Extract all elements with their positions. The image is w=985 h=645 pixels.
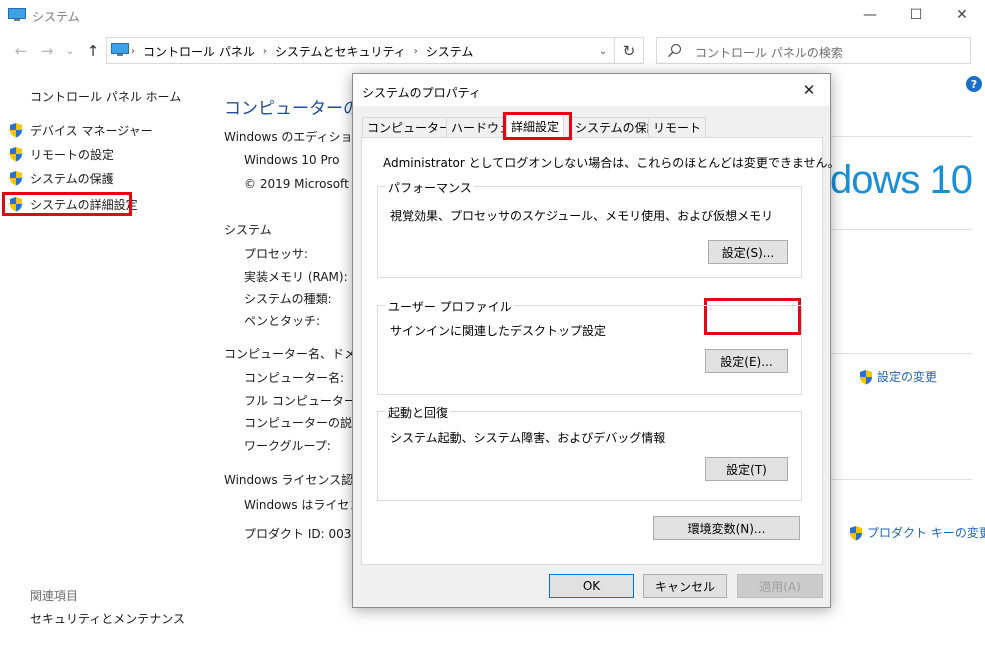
startup-recovery-group: 起動と回復 システム起動、システム障害、およびデバッグ情報 設定(T) [377, 404, 802, 501]
tab-panel-advanced: Administrator としてログオンしない場合は、これらのほとんどは変更で… [361, 137, 840, 565]
highlight-box [2, 192, 132, 216]
change-settings-link[interactable]: 設定の変更 [858, 368, 937, 385]
startup-recovery-settings-button[interactable]: 設定(T) [705, 457, 788, 481]
back-arrow-icon[interactable]: ← [10, 40, 32, 62]
breadcrumb-separator-icon: › [131, 46, 135, 57]
group-title: 起動と回復 [386, 404, 451, 421]
group-description: サインインに関連したデスクトップ設定 [390, 324, 607, 338]
shield-icon [850, 525, 862, 540]
workgroup-label: ワークグループ: [244, 439, 331, 453]
device-manager-link[interactable]: デバイス マネージャー [8, 120, 153, 140]
control-panel-home-link[interactable]: コントロール パネル ホーム [30, 88, 181, 105]
performance-group: パフォーマンス 視覚効果、プロセッサのスケジュール、メモリ使用、および仮想メモリ… [377, 179, 802, 278]
window-titlebar: システム — ☐ ✕ [0, 0, 985, 32]
windows-logo-text: dows 10 [830, 158, 973, 202]
dialog-title: システムのプロパティ [362, 86, 481, 100]
forward-arrow-icon[interactable]: → [36, 40, 58, 62]
ok-button[interactable]: OK [549, 574, 634, 598]
search-input[interactable]: コントロール パネルの検索 [656, 37, 971, 64]
breadcrumb-item-control-panel[interactable]: コントロール パネル [143, 43, 255, 60]
refresh-icon[interactable]: ↻ [615, 37, 644, 64]
breadcrumb-separator-icon[interactable]: › [414, 46, 418, 57]
close-icon[interactable]: ✕ [798, 79, 820, 101]
address-bar[interactable]: › コントロール パネル › システムとセキュリティ › システム ⌄ [106, 37, 615, 64]
system-section-label: システム [224, 223, 272, 237]
edition-section-label: Windows のエディション [224, 130, 365, 144]
maximize-button[interactable]: ☐ [893, 0, 939, 30]
license-section-label: Windows ライセンス認証 [224, 473, 366, 487]
highlight-box [503, 112, 572, 140]
user-profiles-settings-button[interactable]: 設定(E)... [705, 349, 788, 373]
sidebar-item-label: デバイス マネージャー [30, 123, 153, 138]
close-button[interactable]: ✕ [939, 0, 985, 30]
breadcrumb: › コントロール パネル › システムとセキュリティ › システム [131, 43, 473, 60]
performance-settings-button[interactable]: 設定(S)... [708, 240, 788, 264]
remote-settings-link[interactable]: リモートの設定 [8, 144, 114, 164]
computer-name-label: コンピューター名: [244, 371, 345, 385]
monitor-icon [111, 43, 129, 56]
shield-icon [860, 369, 872, 384]
group-description: 視覚効果、プロセッサのスケジュール、メモリ使用、および仮想メモリ [390, 209, 774, 223]
tab-remote[interactable]: リモート [648, 117, 707, 137]
sidebar-item-label: システムの保護 [30, 171, 114, 186]
copyright-text: © 2019 Microsoft Co [244, 177, 369, 191]
cancel-button[interactable]: キャンセル [643, 574, 727, 598]
window-title: システム [32, 10, 80, 24]
change-settings-label: 設定の変更 [877, 370, 938, 384]
group-title: パフォーマンス [386, 179, 474, 196]
section-divider [830, 136, 972, 137]
group-title: ユーザー プロファイル [386, 298, 514, 315]
recent-locations-chevron-icon[interactable]: ⌄ [62, 40, 78, 62]
change-product-key-link[interactable]: プロダクト キーの変更 [848, 524, 985, 541]
section-divider [830, 353, 972, 354]
security-maintenance-link[interactable]: セキュリティとメンテナンス [30, 610, 185, 627]
help-icon[interactable]: ? [966, 76, 982, 92]
system-type-label: システムの種類: [244, 292, 332, 306]
section-divider [830, 479, 972, 480]
search-icon [668, 43, 682, 58]
admin-note: Administrator としてログオンしない場合は、これらのほとんどは変更で… [383, 156, 840, 170]
section-divider [830, 229, 972, 230]
search-placeholder: コントロール パネルの検索 [695, 46, 843, 60]
change-product-key-label: プロダクト キーの変更 [867, 526, 985, 540]
sidebar-item-label: リモートの設定 [30, 147, 115, 162]
computer-description-label: コンピューターの説明: [244, 416, 369, 430]
user-profiles-group: ユーザー プロファイル サインインに関連したデスクトップ設定 設定(E)... [377, 298, 802, 395]
environment-variables-button[interactable]: 環境変数(N)... [653, 516, 800, 540]
dialog-titlebar: システムのプロパティ ✕ [353, 74, 830, 106]
system-properties-dialog: システムのプロパティ ✕ コンピューター名 ハードウェア 詳細設定 システムの保… [352, 73, 840, 608]
apply-button[interactable]: 適用(A) [737, 574, 823, 598]
shield-icon [10, 171, 22, 186]
breadcrumb-separator-icon[interactable]: › [263, 46, 267, 57]
up-arrow-icon[interactable]: ↑ [82, 40, 104, 62]
monitor-icon [8, 8, 26, 21]
breadcrumb-item-system-security[interactable]: システムとセキュリティ [275, 43, 406, 60]
shield-icon [10, 123, 22, 138]
system-protection-link[interactable]: システムの保護 [8, 168, 114, 188]
chevron-down-icon[interactable]: ⌄ [594, 41, 612, 61]
related-items-heading: 関連項目 [30, 589, 79, 603]
group-description: システム起動、システム障害、およびデバッグ情報 [390, 431, 666, 445]
processor-label: プロセッサ: [244, 247, 309, 261]
ram-label: 実装メモリ (RAM): [244, 270, 348, 284]
edition-value: Windows 10 Pro [244, 153, 340, 167]
pen-touch-label: ペンとタッチ: [244, 314, 321, 328]
breadcrumb-item-system[interactable]: システム [426, 43, 474, 60]
shield-icon [10, 147, 22, 162]
minimize-button[interactable]: — [847, 0, 893, 30]
